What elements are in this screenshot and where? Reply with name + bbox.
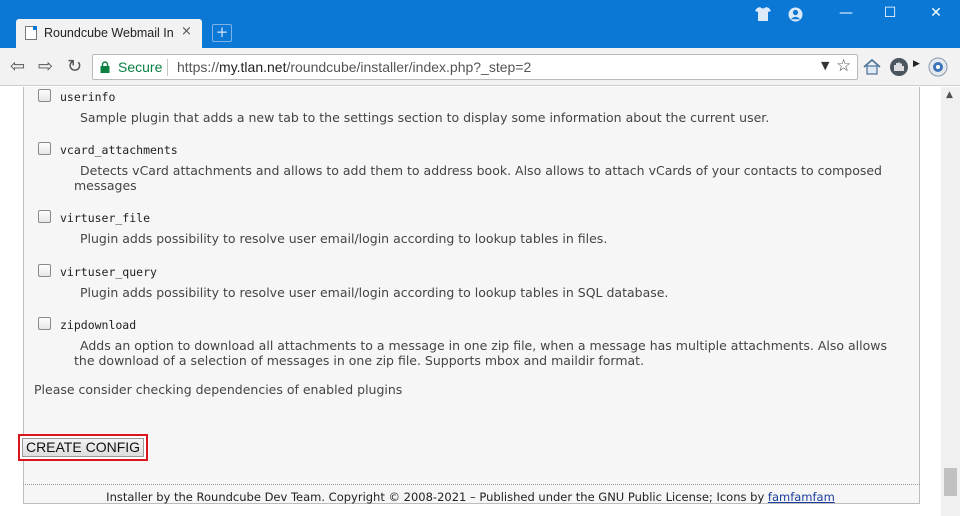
bookmark-star-icon[interactable]: ☆: [836, 56, 851, 76]
browser-toolbar: ⇦ ⇨ ↻ Secure https://my.tlan.net/roundcu…: [0, 48, 960, 86]
page-scrollbar[interactable]: ▲: [941, 87, 960, 516]
adblock-hand-icon[interactable]: [889, 57, 909, 77]
footer-divider: [23, 484, 920, 485]
new-tab-button[interactable]: +: [212, 24, 232, 42]
plugins-fieldset: userinfo Sample plugin that adds a new t…: [23, 87, 920, 504]
dependencies-note: Please consider checking dependencies of…: [34, 382, 403, 397]
footer: Installer by the Roundcube Dev Team. Cop…: [0, 490, 941, 504]
browser-menu-icon[interactable]: [928, 57, 948, 77]
scroll-up-icon[interactable]: ▲: [946, 90, 953, 100]
plugin-checkbox[interactable]: [38, 317, 51, 330]
lock-icon: [100, 61, 110, 73]
plugin-checkbox[interactable]: [38, 264, 51, 277]
extension-menu-arrow-icon[interactable]: ▶: [913, 59, 920, 69]
footer-text: Installer by the Roundcube Dev Team. Cop…: [106, 490, 768, 504]
url-host: my.tlan.net: [219, 59, 287, 75]
plugin-description: Adds an option to download all attachmen…: [74, 338, 888, 368]
address-bar[interactable]: Secure https://my.tlan.net/roundcube/ins…: [92, 54, 858, 80]
page-icon: [25, 26, 37, 40]
browser-tab[interactable]: Roundcube Webmail Inst ×: [16, 19, 202, 48]
maximize-icon[interactable]: ☐: [880, 5, 900, 21]
page-content: userinfo Sample plugin that adds a new t…: [0, 87, 941, 516]
plugin-checkbox[interactable]: [38, 89, 51, 102]
famfamfam-link[interactable]: famfamfam: [768, 490, 835, 504]
address-divider: [167, 59, 168, 76]
plugin-checkbox[interactable]: [38, 210, 51, 223]
profile-icon[interactable]: [788, 7, 803, 26]
reload-icon[interactable]: ↻: [67, 56, 82, 77]
url-text[interactable]: https://my.tlan.net/roundcube/installer/…: [177, 59, 531, 75]
plugin-description: Sample plugin that adds a new tab to the…: [80, 110, 770, 125]
scrollbar-thumb[interactable]: [944, 468, 957, 496]
create-config-label: CREATE CONFIG: [22, 438, 144, 457]
plugin-description: Plugin adds possibility to resolve user …: [80, 231, 608, 246]
plugin-name: vcard_attachments: [60, 143, 178, 157]
secure-label: Secure: [118, 59, 163, 75]
close-tab-icon[interactable]: ×: [181, 24, 192, 39]
plugin-name: virtuser_query: [60, 265, 157, 279]
create-config-button[interactable]: CREATE CONFIG: [18, 434, 148, 461]
forward-icon[interactable]: ⇨: [38, 56, 53, 77]
plugin-description: Detects vCard attachments and allows to …: [74, 163, 882, 193]
url-path: /roundcube/installer/index.php?_step=2: [286, 59, 532, 75]
shirt-icon[interactable]: [755, 7, 771, 25]
back-icon[interactable]: ⇦: [10, 56, 25, 77]
browser-titlebar: Roundcube Webmail Inst × + — ☐ ✕: [0, 0, 960, 48]
url-scheme: https://: [177, 59, 220, 75]
chevron-down-icon[interactable]: ▼: [821, 59, 829, 72]
home-icon[interactable]: [862, 57, 882, 77]
close-window-icon[interactable]: ✕: [926, 5, 946, 21]
plugin-name: zipdownload: [60, 318, 137, 332]
plugin-description: Plugin adds possibility to resolve user …: [80, 285, 669, 300]
plugin-name: userinfo: [60, 90, 116, 104]
tab-title: Roundcube Webmail Inst: [44, 26, 174, 40]
minimize-icon[interactable]: —: [836, 5, 856, 21]
plugin-checkbox[interactable]: [38, 142, 51, 155]
plugin-name: virtuser_file: [60, 211, 151, 225]
